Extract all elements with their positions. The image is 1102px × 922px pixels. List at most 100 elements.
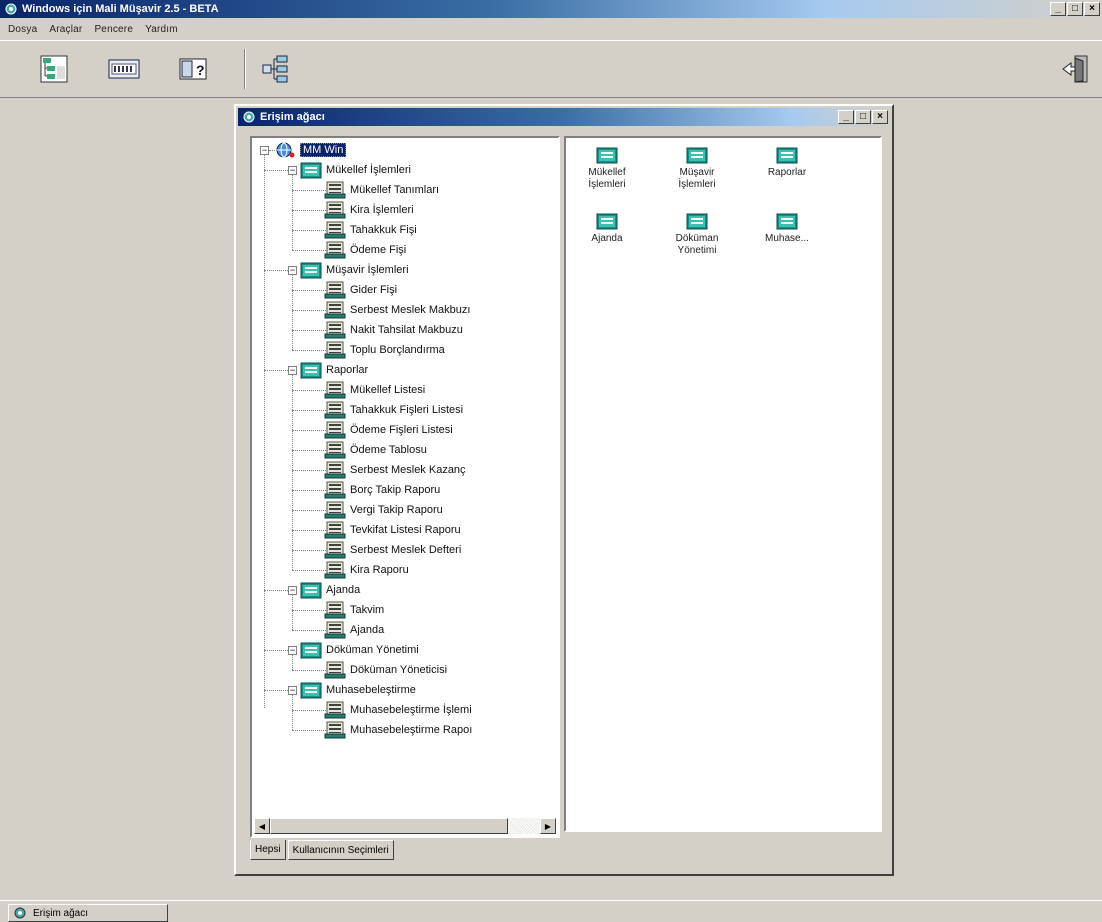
document-icon	[324, 281, 346, 299]
access-tree-icon	[14, 907, 26, 919]
document-icon	[324, 381, 346, 399]
large-icon-raporlar[interactable]: Raporlar	[752, 146, 822, 179]
tree-item[interactable]: Kira Raporu	[324, 560, 409, 580]
expand-toggle-muhasebe[interactable]: −	[288, 686, 297, 695]
tree-item[interactable]: Muhasebeleştirme İşlemi	[324, 700, 472, 720]
document-icon	[324, 481, 346, 499]
large-icon-ajanda[interactable]: Ajanda	[572, 212, 642, 245]
child-title: Erişim ağacı	[260, 111, 325, 123]
child-minimize-button[interactable]: _	[838, 110, 854, 124]
tree-item[interactable]: Vergi Takip Raporu	[324, 500, 443, 520]
tree-group-muhasebe[interactable]: Muhasebeleştirme	[300, 680, 416, 700]
folder-icon	[300, 681, 322, 699]
tree-item[interactable]: Ödeme Tablosu	[324, 440, 427, 460]
tree-item[interactable]: Tahakkuk Fişi	[324, 220, 417, 240]
tab-user-selections[interactable]: Kullanıcının Seçimleri	[287, 840, 394, 860]
document-icon	[324, 501, 346, 519]
folder-icon	[300, 581, 322, 599]
minimize-button[interactable]: _	[1050, 2, 1066, 16]
expand-toggle-raporlar[interactable]: −	[288, 366, 297, 375]
large-icon-musavir[interactable]: Müşavir İşlemleri	[662, 146, 732, 191]
tab-hepsi[interactable]: Hepsi	[250, 840, 286, 860]
calculator-button[interactable]	[108, 53, 140, 85]
document-icon	[324, 701, 346, 719]
help-button[interactable]: ?	[178, 53, 210, 85]
child-maximize-button[interactable]: □	[855, 110, 871, 124]
access-tree[interactable]: − MM Win − Mükellef İşlemleri Mükellef T…	[250, 136, 560, 838]
tree-group-musavir[interactable]: Müşavir İşlemleri	[300, 260, 409, 280]
folder-icon	[300, 261, 322, 279]
tree-item[interactable]: Muhasebeleştirme Rapoı	[324, 720, 472, 740]
tree-horizontal-scrollbar[interactable]: ◀ ▶	[254, 818, 556, 834]
tree-item[interactable]: Kira İşlemleri	[324, 200, 414, 220]
scroll-track[interactable]	[270, 818, 540, 834]
tree-item[interactable]: Ödeme Fişleri Listesi	[324, 420, 453, 440]
tree-item[interactable]: Serbest Meslek Defteri	[324, 540, 461, 560]
close-button[interactable]: ×	[1084, 2, 1100, 16]
child-title-bar[interactable]: Erişim ağacı _ □ ×	[238, 108, 890, 126]
scroll-left-button[interactable]: ◀	[254, 818, 270, 834]
app-title-bar[interactable]: Windows için Mali Müşavir 2.5 - BETA _ □…	[0, 0, 1102, 18]
expand-toggle-mukellef[interactable]: −	[288, 166, 297, 175]
tree-item[interactable]: Mükellef Listesi	[324, 380, 425, 400]
document-icon	[324, 441, 346, 459]
tree-tabs: Hepsi Kullanıcının Seçimleri	[250, 840, 396, 862]
access-tree-icon	[243, 111, 255, 123]
taskbar-label: Erişim ağacı	[33, 907, 89, 919]
tree-item[interactable]: Serbest Meslek Makbuzı	[324, 300, 470, 320]
menu-bar: Dosya Araçlar Pencere Yardım	[0, 19, 1102, 39]
menu-araclar[interactable]: Araçlar	[43, 24, 88, 35]
tree-item[interactable]: Toplu Borçlandırma	[324, 340, 445, 360]
document-icon	[324, 661, 346, 679]
tree-item[interactable]: Nakit Tahsilat Makbuzu	[324, 320, 463, 340]
tree-item[interactable]: Mükellef Tanımları	[324, 180, 439, 200]
menu-pencere[interactable]: Pencere	[88, 24, 139, 35]
toolbar-separator	[244, 49, 246, 89]
app-icon	[5, 3, 17, 15]
document-icon	[324, 221, 346, 239]
taskbar-access-tree-button[interactable]: Erişim ağacı	[8, 904, 168, 922]
folder-icon	[300, 641, 322, 659]
tree-group-dokuman[interactable]: Döküman Yönetimi	[300, 640, 419, 660]
tree-item[interactable]: Gider Fişi	[324, 280, 397, 300]
folder-icon	[776, 212, 798, 230]
arrow-left-icon: ◀	[258, 821, 266, 831]
expand-toggle-ajanda[interactable]: −	[288, 586, 297, 595]
large-icon-mukellef[interactable]: Mükellef İşlemleri	[572, 146, 642, 191]
tree-view-button[interactable]	[38, 53, 70, 85]
scroll-thumb[interactable]	[270, 818, 508, 834]
tree-item[interactable]: Tahakkuk Fişleri Listesi	[324, 400, 463, 420]
arrow-right-icon: ▶	[544, 821, 552, 831]
tree-item[interactable]: Döküman Yöneticisi	[324, 660, 447, 680]
tree-group-ajanda[interactable]: Ajanda	[300, 580, 360, 600]
large-icon-dokuman[interactable]: Döküman Yönetimi	[662, 212, 732, 257]
network-button[interactable]	[260, 53, 292, 85]
tree-item[interactable]: Takvim	[324, 600, 384, 620]
tree-item[interactable]: Serbest Meslek Kazanç	[324, 460, 466, 480]
exit-door-icon	[1062, 55, 1088, 83]
expand-toggle-musavir[interactable]: −	[288, 266, 297, 275]
maximize-button[interactable]: □	[1067, 2, 1083, 16]
menu-dosya[interactable]: Dosya	[2, 24, 43, 35]
large-icon-muhasebe[interactable]: Muhase...	[752, 212, 822, 245]
tree-item[interactable]: Ödeme Fişi	[324, 240, 406, 260]
menu-yardim[interactable]: Yardım	[139, 24, 184, 35]
expand-toggle-root[interactable]: −	[260, 146, 269, 155]
tree-group-mukellef[interactable]: Mükellef İşlemleri	[300, 160, 411, 180]
folder-icon	[686, 146, 708, 164]
document-icon	[324, 241, 346, 259]
icon-view-pane[interactable]: Mükellef İşlemleri Müşavir İşlemleri Rapor…	[564, 136, 882, 832]
tree-item[interactable]: Ajanda	[324, 620, 384, 640]
tree-item[interactable]: Tevkifat Listesi Raporu	[324, 520, 461, 540]
child-close-button[interactable]: ×	[872, 110, 888, 124]
exit-button[interactable]	[1060, 53, 1092, 85]
scroll-right-button[interactable]: ▶	[540, 818, 556, 834]
document-icon	[324, 461, 346, 479]
document-icon	[324, 521, 346, 539]
tree-root[interactable]: MM Win	[274, 140, 347, 160]
tree-item[interactable]: Borç Takip Raporu	[324, 480, 440, 500]
document-icon	[324, 341, 346, 359]
document-icon	[324, 321, 346, 339]
tree-group-raporlar[interactable]: Raporlar	[300, 360, 368, 380]
expand-toggle-dokuman[interactable]: −	[288, 646, 297, 655]
